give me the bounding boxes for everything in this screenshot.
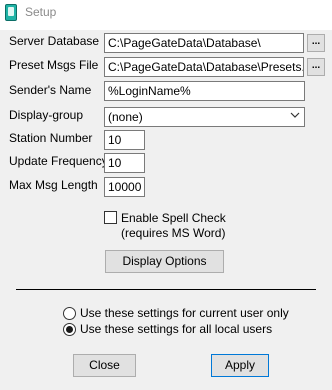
preset-msgs-file-browse-button[interactable]: ...: [307, 58, 325, 76]
senders-name-label: Sender's Name: [9, 83, 92, 97]
display-group-value: (none): [108, 110, 143, 124]
server-database-browse-button[interactable]: ...: [307, 34, 325, 52]
display-group-select[interactable]: (none): [104, 107, 305, 127]
display-group-label: Display-group: [9, 108, 84, 122]
chevron-down-icon: [290, 112, 300, 118]
window-title: Setup: [25, 5, 57, 19]
title-bar: Setup: [0, 0, 332, 30]
pager-app-icon: [5, 4, 17, 21]
spell-check-label: Enable Spell Check: [121, 211, 226, 225]
apply-button[interactable]: Apply: [211, 354, 269, 377]
all-users-radio[interactable]: [63, 323, 76, 336]
max-msg-length-field[interactable]: 10000: [104, 177, 145, 197]
max-msg-length-label: Max Msg Length: [9, 178, 98, 192]
preset-msgs-file-field[interactable]: C:\PageGateData\Database\Presets.txt: [104, 57, 304, 77]
spell-check-note: (requires MS Word): [121, 226, 226, 240]
preset-msgs-file-label: Preset Msgs File: [9, 58, 99, 72]
current-user-label: Use these settings for current user only: [80, 306, 289, 320]
senders-name-field[interactable]: %LoginName%: [104, 81, 305, 101]
close-button[interactable]: Close: [73, 354, 136, 377]
display-options-button[interactable]: Display Options: [105, 250, 224, 273]
station-number-field[interactable]: 10: [104, 130, 145, 150]
spell-check-checkbox[interactable]: [104, 211, 117, 224]
update-frequency-label: Update Frequency: [9, 154, 108, 168]
separator: [16, 289, 316, 290]
update-frequency-field[interactable]: 10: [104, 153, 145, 173]
current-user-radio[interactable]: [63, 307, 76, 320]
server-database-field[interactable]: C:\PageGateData\Database\: [104, 33, 304, 53]
station-number-label: Station Number: [9, 131, 93, 145]
all-users-label: Use these settings for all local users: [80, 322, 273, 336]
server-database-label: Server Database: [9, 34, 100, 48]
